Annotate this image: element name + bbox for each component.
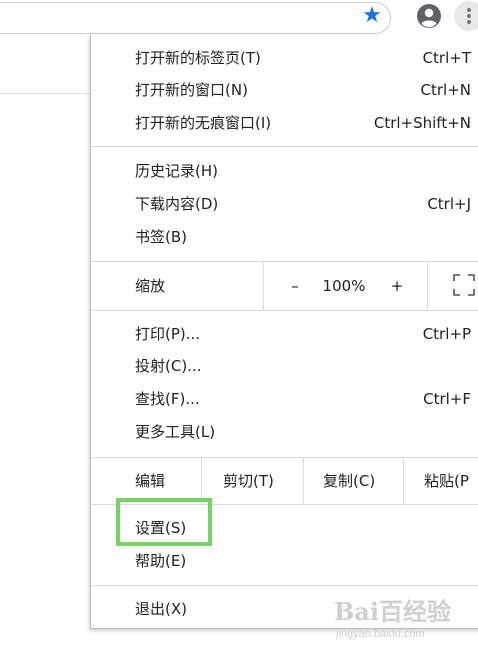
menu-item-label: 更多工具(L) — [135, 423, 216, 441]
zoom-label: 缩放 — [135, 277, 166, 295]
menu-dot-icon — [467, 8, 471, 12]
menu-item-label: 帮助(E) — [135, 552, 187, 570]
zoom-in-button[interactable]: + — [385, 262, 409, 310]
watermark-url: jingyan.baidu.com — [336, 628, 425, 640]
menu-separator — [91, 585, 478, 586]
menu-item-new-tab[interactable]: 打开新的标签页(T) Ctrl+T — [91, 42, 478, 75]
zoom-out-button[interactable]: – — [283, 262, 307, 310]
menu-separator — [91, 146, 478, 147]
menu-item-cast[interactable]: 投射(C)... — [91, 350, 478, 383]
menu-item-label: 历史记录(H) — [135, 162, 218, 180]
menu-item-shortcut: Ctrl+T — [422, 49, 471, 67]
menu-dot-icon — [467, 20, 471, 24]
menu-item-help[interactable]: 帮助(E) — [91, 545, 478, 578]
menu-item-label: 下载内容(D) — [135, 195, 219, 213]
fullscreen-icon[interactable] — [453, 274, 475, 296]
menu-item-label: 打开新的无痕窗口(I) — [135, 114, 272, 132]
page-divider — [0, 93, 90, 94]
edit-divider — [403, 458, 404, 504]
menu-item-bookmarks[interactable]: 书签(B) — [91, 221, 478, 254]
menu-item-find[interactable]: 查找(F)... Ctrl+F — [91, 383, 478, 416]
menu-item-label: 投射(C)... — [135, 357, 202, 375]
menu-item-shortcut: Ctrl+J — [427, 195, 471, 213]
menu-dot-icon — [467, 14, 471, 18]
cut-button[interactable]: 剪切(T) — [223, 458, 274, 504]
toolbar-divider — [0, 33, 90, 34]
menu-item-downloads[interactable]: 下载内容(D) Ctrl+J — [91, 188, 478, 221]
watermark-brand: Bai百经验 — [334, 597, 451, 626]
menu-item-label: 打印(P)... — [135, 325, 201, 343]
menu-item-label: 退出(X) — [135, 600, 187, 618]
paste-button[interactable]: 粘贴(P — [424, 458, 469, 504]
menu-item-shortcut: Ctrl+Shift+N — [373, 114, 471, 132]
baidu-jingyan-watermark: Bai百经验 jingyan.baidu.com — [330, 592, 478, 654]
edit-divider — [303, 458, 304, 504]
menu-item-history[interactable]: 历史记录(H) — [91, 155, 478, 188]
menu-item-shortcut: Ctrl+N — [420, 81, 471, 99]
menu-item-label: 查找(F)... — [135, 390, 200, 408]
bookmark-star-icon[interactable]: ★ — [360, 4, 384, 28]
menu-item-shortcut: Ctrl+F — [423, 390, 471, 408]
menu-item-more-tools[interactable]: 更多工具(L) — [91, 416, 478, 449]
menu-item-label: 打开新的窗口(N) — [135, 81, 248, 99]
menu-item-shortcut: Ctrl+P — [422, 325, 471, 343]
menu-item-label: 打开新的标签页(T) — [135, 49, 261, 67]
menu-item-new-incognito-window[interactable]: 打开新的无痕窗口(I) Ctrl+Shift+N — [91, 107, 478, 140]
settings-highlight-box — [116, 498, 212, 546]
account-circle-icon[interactable] — [416, 3, 442, 29]
zoom-divider — [263, 262, 264, 310]
browser-toolbar: ★ — [0, 0, 478, 34]
menu-separator — [91, 310, 478, 311]
menu-item-label: 书签(B) — [135, 228, 187, 246]
menu-zoom-row: 缩放 – 100% + — [91, 262, 478, 310]
menu-item-new-window[interactable]: 打开新的窗口(N) Ctrl+N — [91, 74, 478, 107]
menu-item-print[interactable]: 打印(P)... Ctrl+P — [91, 318, 478, 351]
browser-menu-button[interactable] — [454, 1, 478, 31]
address-bar[interactable] — [0, 2, 391, 34]
copy-button[interactable]: 复制(C) — [323, 458, 375, 504]
zoom-level-value: 100% — [322, 277, 366, 295]
zoom-divider — [427, 262, 428, 310]
